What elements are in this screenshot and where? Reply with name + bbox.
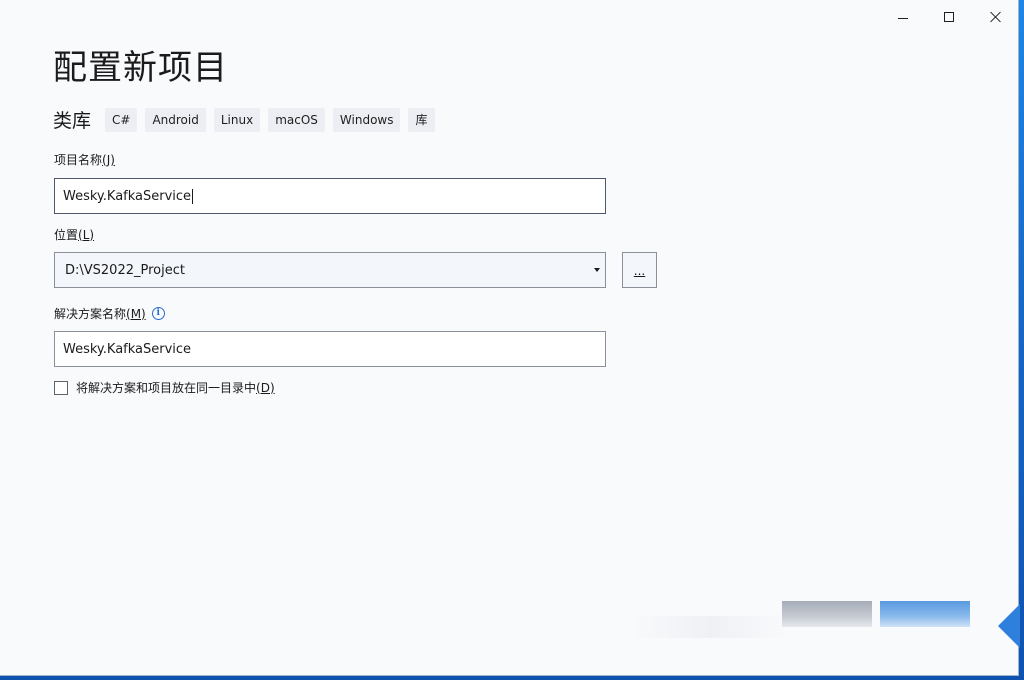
location-select[interactable]: D:\VS2022_Project [54,252,606,288]
project-name-input[interactable]: Wesky.KafkaService [54,178,606,214]
close-icon [989,11,1001,23]
info-icon[interactable]: i [151,307,165,320]
window-controls [880,0,1018,34]
same-directory-label: 将解决方案和项目放在同一目录中 [76,381,257,395]
template-info-row: 类库 C# Android Linux macOS Windows 库 [53,106,443,133]
desktop-edge-shape [998,604,1020,648]
tag-platform-macos: macOS [268,107,325,132]
project-name-hotkey: (J) [102,152,115,167]
maximize-icon [944,12,954,22]
project-name-label: 项目名称 (J) [54,151,115,168]
text-caret [192,188,194,204]
create-button[interactable] [880,601,970,627]
maximize-button[interactable] [926,0,972,34]
minimize-button[interactable] [880,0,926,34]
location-hotkey: (L) [78,227,95,242]
tag-platform-windows: Windows [332,107,401,132]
tag-project-type: 库 [408,107,435,132]
solution-name-hotkey: (M) [126,306,146,321]
solution-name-label: 解决方案名称 (M) i [54,305,165,322]
solution-name-label-text: 解决方案名称 [54,307,127,321]
same-directory-option[interactable]: 将解决方案和项目放在同一目录中 (D) [54,379,275,396]
tag-language: C# [105,107,138,132]
location-label: 位置 (L) [54,226,94,243]
template-name: 类库 [53,110,92,132]
minimize-icon [898,17,908,19]
location-label-text: 位置 [54,228,79,242]
back-button[interactable] [782,601,872,627]
solution-name-input[interactable]: Wesky.KafkaService [54,331,606,367]
chevron-down-icon[interactable] [594,268,600,272]
footer-fade [630,616,790,638]
browse-location-button[interactable]: ... [622,252,657,288]
tag-platform-android: Android [145,107,206,132]
same-directory-checkbox[interactable] [54,380,68,395]
same-directory-hotkey: (D) [256,380,275,395]
tag-platform-linux: Linux [213,107,261,132]
page-title: 配置新项目 [53,48,228,88]
configure-project-window: 配置新项目 类库 C# Android Linux macOS Windows … [0,0,1019,676]
solution-name-value: Wesky.KafkaService [63,341,192,357]
project-name-value: Wesky.KafkaService [63,188,192,204]
location-value: D:\VS2022_Project [65,262,185,278]
project-name-label-text: 项目名称 [54,153,103,167]
close-button[interactable] [972,0,1018,34]
